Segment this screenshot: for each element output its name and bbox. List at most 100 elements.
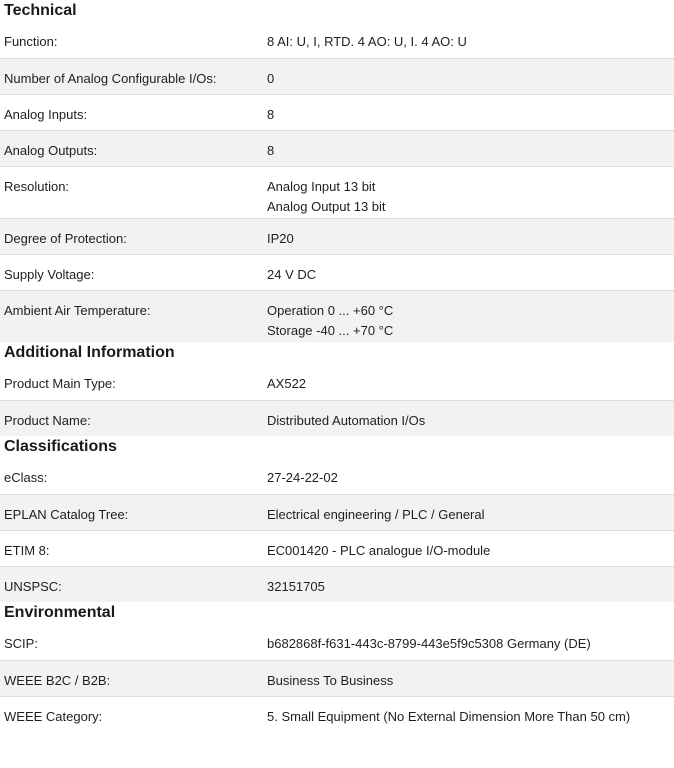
- spec-value-cell: 0: [267, 57, 674, 94]
- spec-label-cell: eClass:: [0, 458, 267, 494]
- spec-label-cell: WEEE Category:: [0, 695, 267, 732]
- spec-section-1: Additional Information Product Main Type:…: [0, 342, 674, 436]
- spec-label-cell: EPLAN Catalog Tree:: [0, 493, 267, 530]
- spec-label-cell: Product Name:: [0, 399, 267, 436]
- spec-section-3: Environmental SCIP: b682868f-f631-443c-879…: [0, 602, 674, 732]
- section-title: Technical: [4, 2, 77, 19]
- spec-row: WEEE Category: 5. Small Equipment (No Ext…: [0, 695, 674, 732]
- spec-row: Resolution: Analog Input 13 bit Analog Out…: [0, 165, 674, 218]
- spec-value: AX522: [267, 364, 674, 394]
- spec-value-line: 8: [267, 142, 275, 158]
- spec-label: Product Main Type:: [4, 376, 116, 391]
- spec-label-cell: UNSPSC:: [0, 565, 267, 602]
- spec-value-line: Storage -40 ... +70 °C: [267, 322, 394, 338]
- spec-label: Function:: [4, 34, 58, 49]
- spec-label-cell: Ambient Air Temperature:: [0, 289, 267, 342]
- spec-label-cell: Number of Analog Configurable I/Os:: [0, 57, 267, 94]
- spec-value-cell: EC001420 - PLC analogue I/O-module: [267, 529, 674, 566]
- spec-label-cell: ETIM 8:: [0, 529, 267, 566]
- spec-value: 8: [267, 95, 674, 125]
- section-title: Classifications: [4, 438, 117, 455]
- spec-table: Product Main Type: AX522 Product Name: Dist…: [0, 364, 674, 436]
- section-title: Additional Information: [4, 344, 175, 361]
- spec-value-cell: IP20: [267, 217, 674, 254]
- spec-value: Analog Input 13 bit Analog Output 13 bit: [267, 167, 674, 217]
- spec-value-line: 8: [267, 106, 275, 122]
- spec-value-cell: 5. Small Equipment (No External Dimensio…: [267, 695, 674, 732]
- spec-value-cell: 8: [267, 129, 674, 166]
- spec-value-line: Analog Output 13 bit: [267, 198, 386, 214]
- spec-value: EC001420 - PLC analogue I/O-module: [267, 531, 674, 561]
- spec-value: Distributed Automation I/Os: [267, 401, 674, 431]
- spec-label-cell: SCIP:: [0, 624, 267, 660]
- spec-value-line: 8 AI: U, I, RTD. 4 AO: U, I. 4 AO: U: [267, 34, 467, 49]
- spec-label: Analog Outputs:: [4, 142, 98, 158]
- spec-row: Number of Analog Configurable I/Os: 0: [0, 57, 674, 94]
- spec-row: Degree of Protection: IP20: [0, 217, 674, 254]
- spec-row: Product Name: Distributed Automation I/Os: [0, 399, 674, 436]
- spec-table: SCIP: b682868f-f631-443c-8799-443e5f9c530…: [0, 624, 674, 732]
- spec-value-cell: Business To Business: [267, 659, 674, 696]
- spec-value: b682868f-f631-443c-8799-443e5f9c5308 Ger…: [267, 624, 674, 654]
- spec-label: Supply Voltage:: [4, 266, 95, 282]
- spec-row: eClass: 27-24-22-02: [0, 458, 674, 494]
- spec-label: SCIP:: [4, 636, 38, 651]
- spec-label: Analog Inputs:: [4, 106, 88, 122]
- spec-section-2: Classifications eClass: 27-24-22-02 EPLAN C…: [0, 436, 674, 602]
- spec-label: WEEE Category:: [4, 708, 103, 724]
- spec-row: Product Main Type: AX522: [0, 364, 674, 400]
- spec-value-line: 27-24-22-02: [267, 470, 338, 485]
- spec-value-cell: Operation 0 ... +60 °C Storage -40 ... +7…: [267, 289, 674, 342]
- spec-label-cell: Supply Voltage:: [0, 253, 267, 290]
- spec-label-cell: Degree of Protection:: [0, 217, 267, 254]
- spec-value-cell: AX522: [267, 364, 674, 400]
- spec-value-cell: Analog Input 13 bit Analog Output 13 bit: [267, 165, 674, 218]
- spec-label: Degree of Protection:: [4, 230, 127, 246]
- spec-label: eClass:: [4, 470, 48, 485]
- spec-value-cell: 24 V DC: [267, 253, 674, 290]
- spec-value-line: Operation 0 ... +60 °C: [267, 302, 394, 318]
- spec-label: Resolution:: [4, 178, 70, 194]
- spec-value-line: Business To Business: [267, 672, 394, 688]
- spec-label: EPLAN Catalog Tree:: [4, 506, 129, 522]
- spec-value: 32151705: [267, 567, 674, 597]
- spec-value-line: 0: [267, 70, 275, 86]
- spec-value-line: 32151705: [267, 578, 325, 594]
- spec-label: Product Name:: [4, 412, 91, 428]
- spec-value-cell: b682868f-f631-443c-8799-443e5f9c5308 Ger…: [267, 624, 674, 660]
- spec-value-line: Distributed Automation I/Os: [267, 412, 426, 428]
- spec-value: IP20: [267, 219, 674, 249]
- spec-label-cell: Analog Outputs:: [0, 129, 267, 166]
- spec-label: Ambient Air Temperature:: [4, 302, 151, 318]
- spec-value: 8: [267, 131, 674, 161]
- spec-row: WEEE B2C / B2B: Business To Business: [0, 659, 674, 696]
- spec-value: Business To Business: [267, 661, 674, 691]
- spec-value: 24 V DC: [267, 255, 674, 285]
- spec-row: Ambient Air Temperature: Operation 0 ... …: [0, 289, 674, 342]
- spec-row: Function: 8 AI: U, I, RTD. 4 AO: U, I. 4 …: [0, 22, 674, 58]
- spec-value-line: 24 V DC: [267, 266, 317, 282]
- spec-table: eClass: 27-24-22-02 EPLAN Catalog Tree: Ele…: [0, 458, 674, 602]
- spec-value: Operation 0 ... +60 °C Storage -40 ... +7…: [267, 291, 674, 341]
- spec-value-line: 5. Small Equipment (No External Dimensio…: [267, 708, 631, 724]
- spec-value: 0: [267, 59, 674, 89]
- spec-value: Electrical engineering / PLC / General: [267, 495, 674, 525]
- spec-row: SCIP: b682868f-f631-443c-8799-443e5f9c530…: [0, 624, 674, 660]
- spec-label-cell: Analog Inputs:: [0, 93, 267, 130]
- section-title: Environmental: [4, 604, 116, 621]
- spec-row: UNSPSC: 32151705: [0, 565, 674, 602]
- spec-value: 8 AI: U, I, RTD. 4 AO: U, I. 4 AO: U: [267, 22, 674, 52]
- spec-value-cell: 32151705: [267, 565, 674, 602]
- spec-label-cell: Resolution:: [0, 165, 267, 218]
- spec-value-line: IP20: [267, 230, 294, 246]
- spec-table: Function: 8 AI: U, I, RTD. 4 AO: U, I. 4 …: [0, 22, 674, 342]
- spec-label: UNSPSC:: [4, 578, 62, 594]
- spec-label-cell: WEEE B2C / B2B:: [0, 659, 267, 696]
- spec-label-cell: Function:: [0, 22, 267, 58]
- spec-value-line: b682868f-f631-443c-8799-443e5f9c5308 Ger…: [267, 636, 591, 651]
- spec-value-cell: 27-24-22-02: [267, 458, 674, 494]
- spec-label: ETIM 8:: [4, 542, 50, 558]
- spec-value-cell: Distributed Automation I/Os: [267, 399, 674, 436]
- spec-row: Supply Voltage: 24 V DC: [0, 253, 674, 290]
- product-specifications: Technical Function: 8 AI: U, I, RTD. 4 AO:…: [0, 0, 674, 732]
